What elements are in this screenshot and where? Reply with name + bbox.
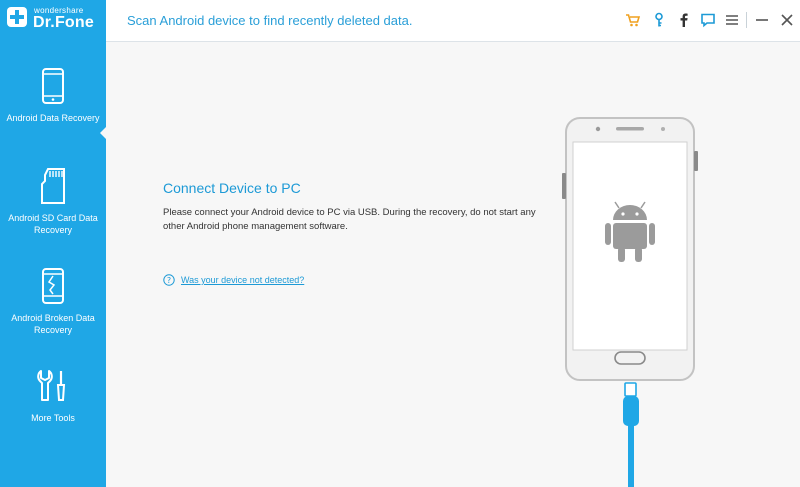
- menu-icon[interactable]: [723, 11, 741, 29]
- sidebar-item-more-tools[interactable]: More Tools: [0, 368, 106, 424]
- sidebar-item-sd-card-recovery[interactable]: Android SD Card Data Recovery: [0, 168, 106, 236]
- title-bar: wondershare Dr.Fone Scan Android device …: [0, 0, 800, 42]
- device-not-detected-link[interactable]: Was your device not detected?: [181, 275, 304, 285]
- phone-icon: [42, 68, 64, 104]
- sidebar-item-android-data-recovery[interactable]: Android Data Recovery: [0, 68, 106, 124]
- app-logo: wondershare Dr.Fone: [0, 0, 106, 42]
- cart-icon[interactable]: [624, 11, 642, 29]
- usb-cable-icon: [623, 382, 639, 487]
- minimize-icon[interactable]: [753, 11, 771, 29]
- sidebar-item-label: Android Broken Data Recovery: [11, 313, 95, 335]
- sidebar-item-label: Android SD Card Data Recovery: [8, 213, 98, 235]
- sidebar-item-label: Android Data Recovery: [6, 113, 100, 123]
- page-title: Connect Device to PC: [163, 180, 301, 196]
- feedback-icon[interactable]: [699, 11, 717, 29]
- sidebar-item-label: More Tools: [31, 413, 75, 423]
- header-title: Scan Android device to find recently del…: [127, 13, 413, 28]
- key-icon[interactable]: [650, 11, 668, 29]
- close-icon[interactable]: [778, 11, 796, 29]
- logo-wordmark: Dr.Fone: [33, 14, 94, 31]
- sidebar: Android Data Recovery Android SD Card Da…: [0, 42, 107, 487]
- sidebar-item-broken-data-recovery[interactable]: Android Broken Data Recovery: [0, 268, 106, 336]
- sd-card-icon: [41, 168, 65, 204]
- active-indicator: [100, 126, 107, 140]
- header-divider: [746, 12, 747, 28]
- logo-cross-icon: [7, 7, 27, 27]
- svg-text:?: ?: [167, 276, 171, 285]
- instruction-text: Please connect your Android device to PC…: [163, 207, 536, 232]
- tools-icon: [37, 370, 66, 401]
- facebook-icon[interactable]: [675, 11, 693, 29]
- help-icon: ?: [163, 274, 175, 286]
- android-phone-illustration: [562, 117, 698, 381]
- broken-phone-icon: [42, 268, 64, 304]
